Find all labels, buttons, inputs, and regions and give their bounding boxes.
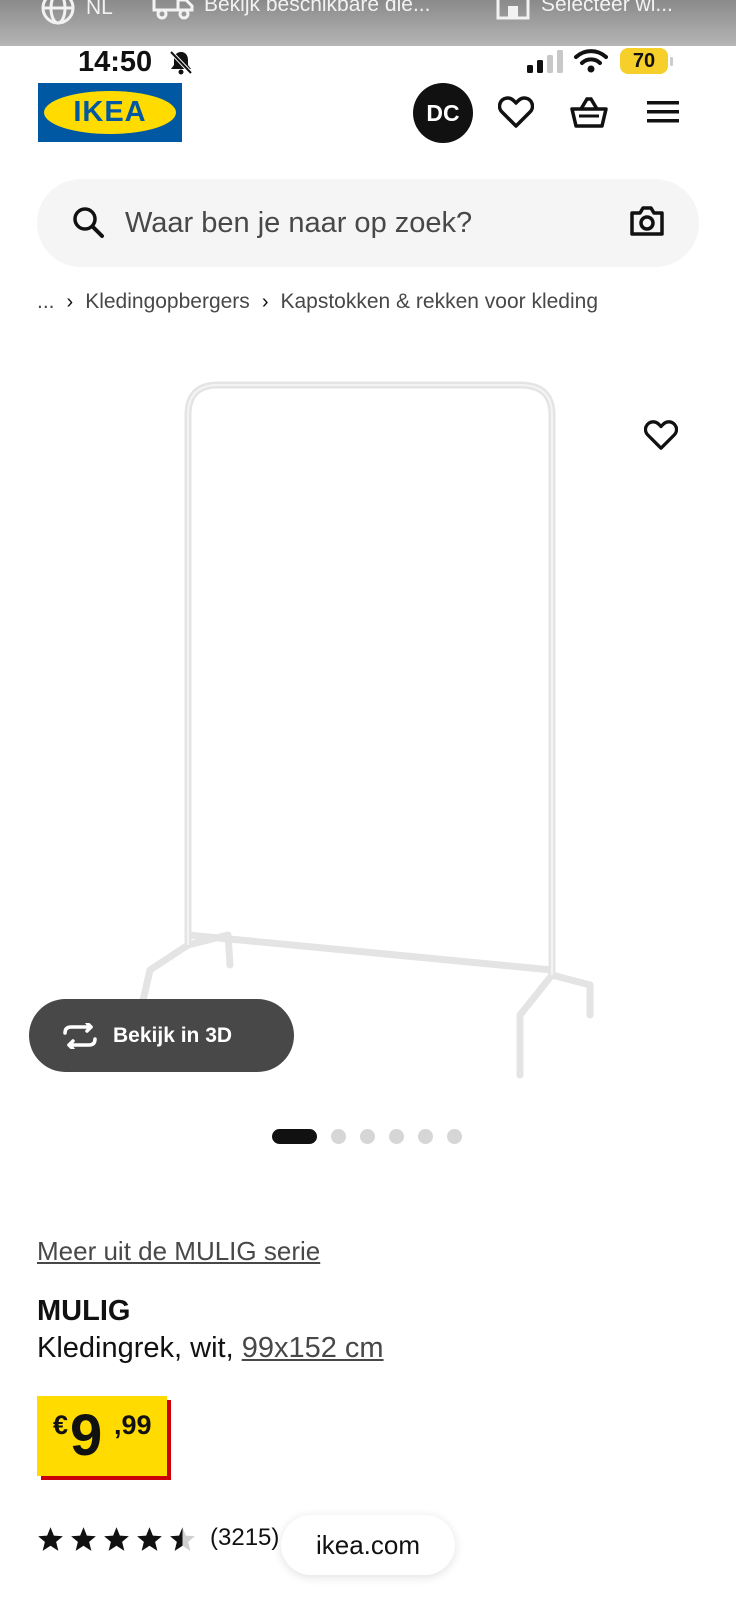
gallery-dot[interactable] [360, 1129, 375, 1144]
price-decimals: ,99 [114, 1410, 152, 1440]
gallery-dot[interactable] [418, 1129, 433, 1144]
account-avatar[interactable]: DC [413, 83, 473, 143]
price-tag: € 9 ,99 [37, 1396, 167, 1476]
status-bar: 14:50 70 [0, 46, 736, 86]
view-in-3d-button[interactable]: Bekijk in 3D [29, 999, 294, 1072]
delivery-selector[interactable]: Bekijk beschikbare die... [152, 0, 430, 20]
search-icon [73, 207, 104, 238]
star-icon [71, 1527, 96, 1551]
camera-search-icon[interactable] [629, 205, 665, 237]
price-integer: 9 [70, 1403, 102, 1468]
top-info-strip: NL Bekijk beschikbare die... Selecteer w… [0, 0, 736, 46]
product-dimensions-link[interactable]: 99x152 cm [242, 1332, 384, 1364]
product-description: Kledingrek, wit, 99x152 cm [37, 1332, 384, 1365]
truck-icon [152, 0, 194, 20]
hamburger-menu-icon [647, 101, 679, 123]
search-bar[interactable]: Waar ben je naar op zoek? [37, 179, 699, 267]
gallery-dot[interactable] [331, 1129, 346, 1144]
language-label: NL [86, 0, 113, 19]
search-input[interactable]: Waar ben je naar op zoek? [125, 179, 472, 267]
view-in-3d-label: Bekijk in 3D [113, 1023, 233, 1047]
gallery-pagination [272, 1129, 462, 1144]
breadcrumb-item-kledingopbergers[interactable]: Kledingopbergers [85, 290, 250, 314]
series-link[interactable]: Meer uit de MULIG serie [37, 1236, 320, 1267]
browser-url-pill[interactable]: ikea.com [281, 1515, 455, 1575]
star-rating[interactable] [37, 1526, 196, 1552]
store-icon [496, 0, 530, 20]
language-selector[interactable]: NL [40, 0, 113, 26]
gallery-dot[interactable] [272, 1129, 317, 1144]
add-to-wishlist-button[interactable] [643, 419, 679, 456]
signal-icon [527, 50, 563, 73]
battery-icon: 70 [620, 48, 673, 74]
product-type: Kledingrek, wit, [37, 1332, 242, 1364]
half-star-icon [170, 1527, 195, 1551]
wishlist-button[interactable] [496, 92, 536, 132]
store-label: Selecteer wi... [541, 0, 673, 16]
menu-button[interactable] [643, 92, 683, 132]
status-time: 14:50 [78, 46, 153, 78]
store-selector[interactable]: Selecteer wi... [495, 0, 673, 20]
delivery-label: Bekijk beschikbare die... [204, 0, 431, 16]
star-icon [38, 1527, 63, 1551]
gallery-dot[interactable] [447, 1129, 462, 1144]
battery-level: 70 [632, 50, 656, 72]
logo-text: IKEA [73, 96, 147, 128]
breadcrumb: ... › Kledingopbergers › Kapstokken & re… [37, 290, 598, 314]
star-icon [104, 1527, 129, 1551]
rotate-3d-icon [63, 1022, 97, 1049]
breadcrumb-item-kapstokken[interactable]: Kapstokken & rekken voor kleding [280, 290, 598, 314]
product-image[interactable] [120, 365, 620, 1095]
review-count[interactable]: (3215) [210, 1524, 279, 1552]
chevron-right-icon: › [66, 290, 74, 313]
bell-off-icon [169, 50, 193, 75]
chevron-right-icon: › [261, 290, 269, 313]
product-name: MULIG [37, 1295, 131, 1327]
wifi-icon [574, 49, 608, 73]
heart-icon [498, 96, 534, 128]
breadcrumb-item-ellipsis[interactable]: ... [37, 290, 55, 314]
ikea-logo[interactable]: IKEA [38, 83, 182, 142]
cart-button[interactable] [569, 92, 609, 132]
gallery-dot[interactable] [389, 1129, 404, 1144]
heart-icon [643, 420, 679, 450]
globe-icon [41, 0, 75, 25]
star-icon [137, 1527, 162, 1551]
price-currency: € [53, 1410, 69, 1440]
basket-icon [570, 97, 608, 128]
